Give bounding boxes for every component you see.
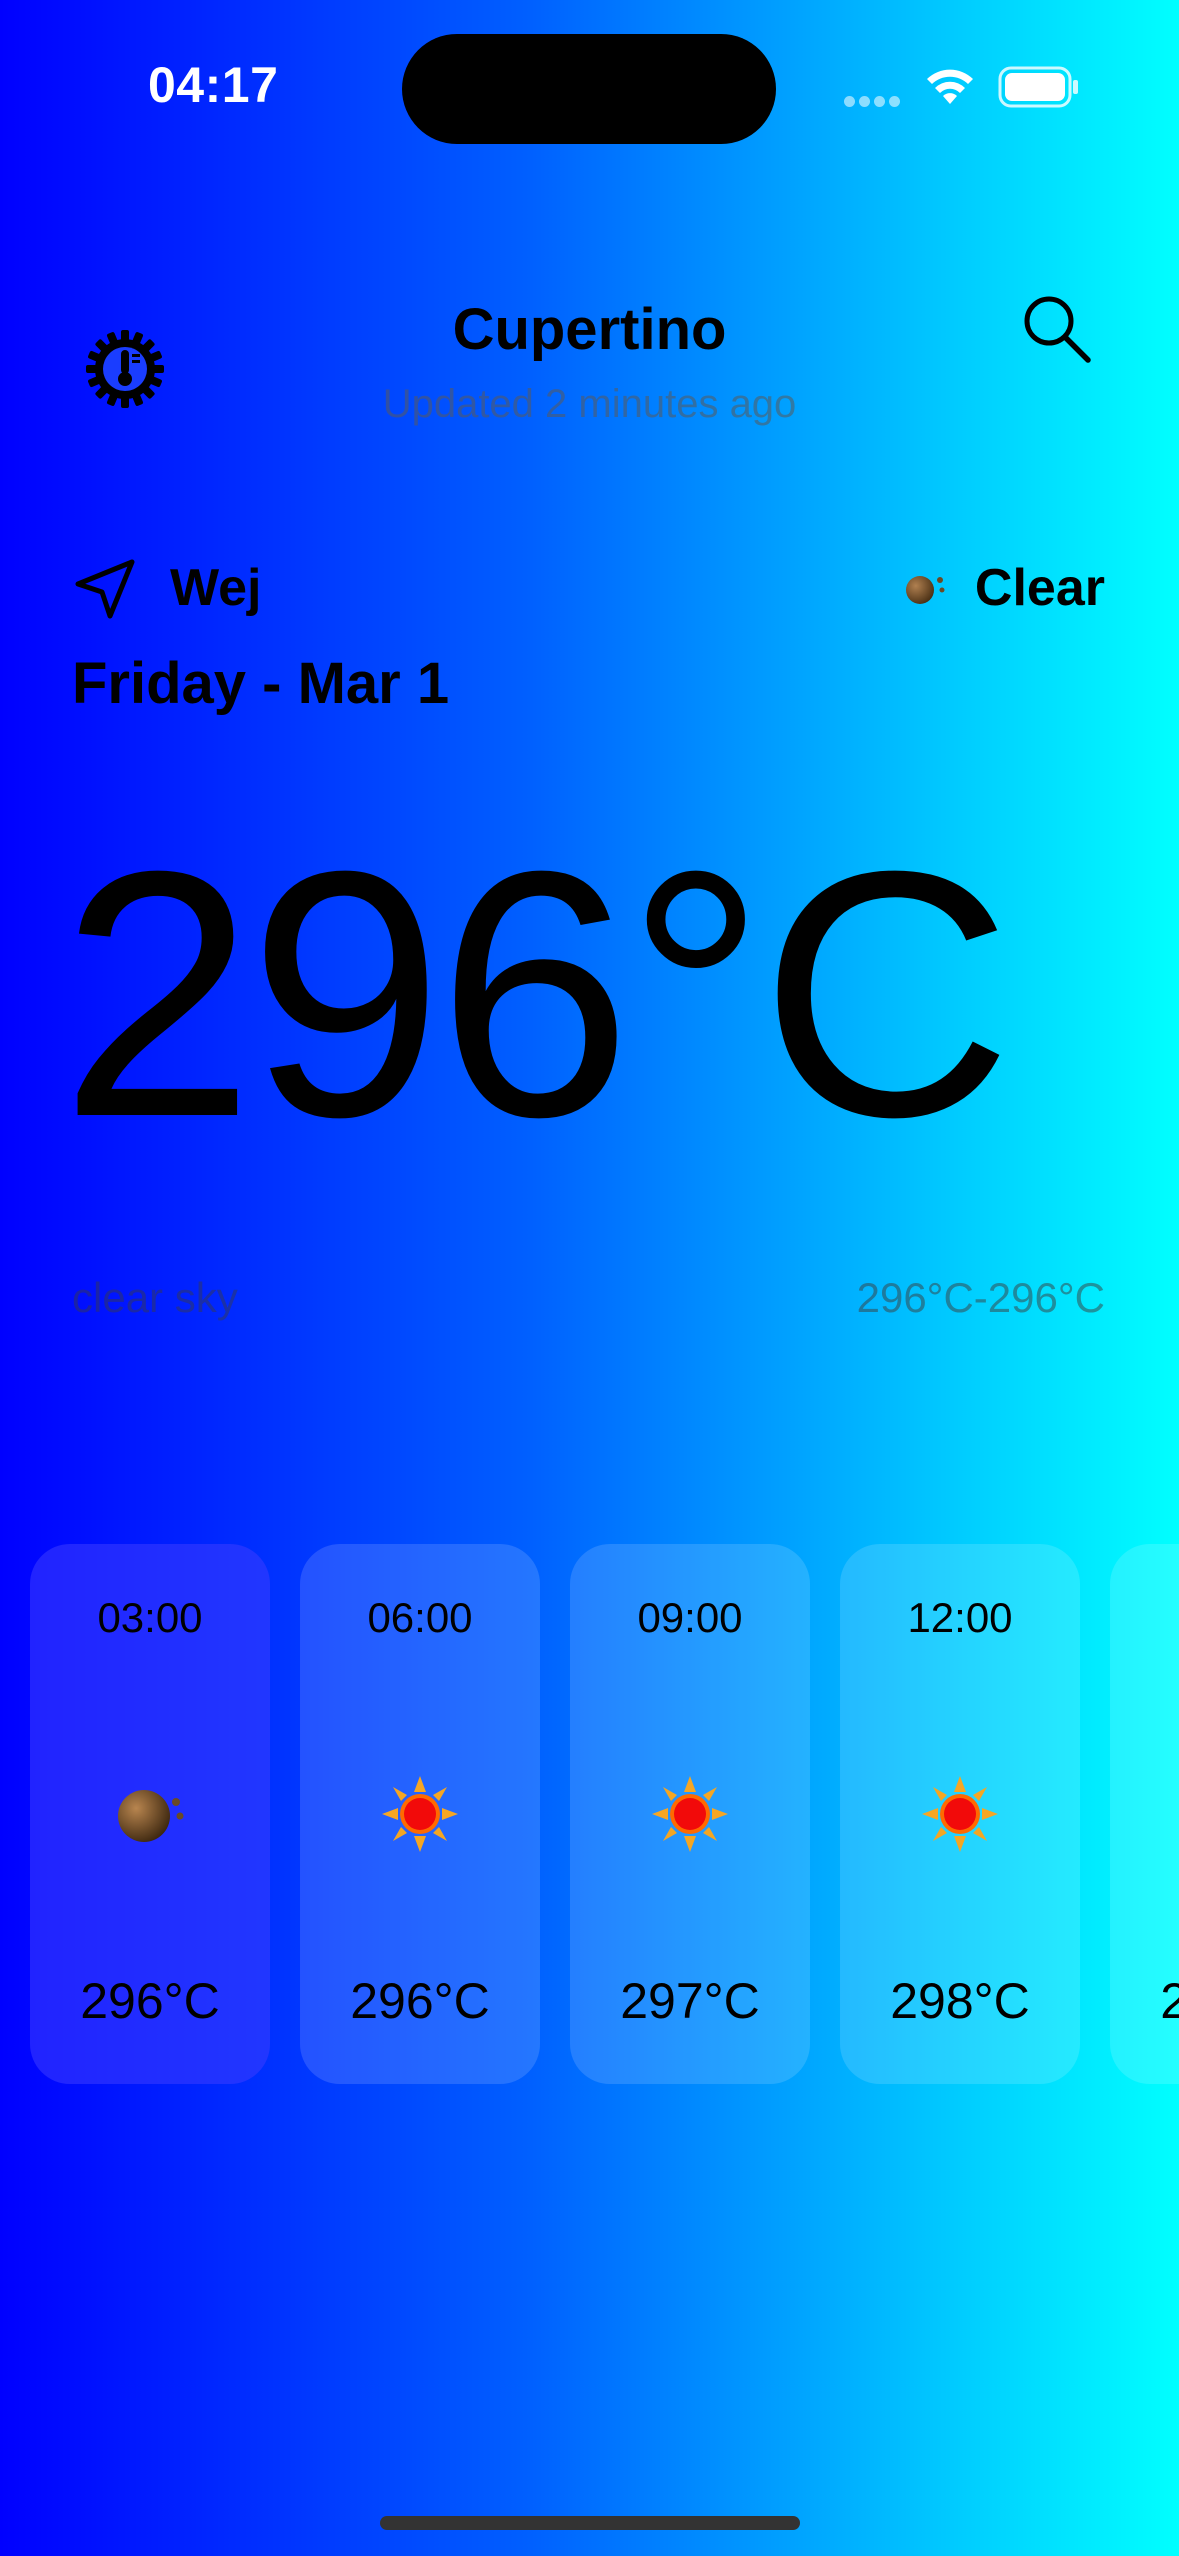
updated-status: Updated 2 minutes ago	[382, 382, 797, 426]
hourly-card[interactable]: 03:00 296°C	[30, 1544, 270, 2084]
hourly-time: 15:00	[1110, 1594, 1179, 1642]
status-time: 04:17	[148, 57, 279, 113]
hourly-card[interactable]: 15:00 298°C	[1110, 1544, 1179, 2084]
city-name: Cupertino	[452, 297, 727, 362]
dynamic-island	[402, 34, 776, 144]
hourly-temp: 297°C	[620, 1973, 760, 2029]
hourly-temp: 298°C	[890, 1973, 1030, 2029]
hourly-temp: 298°C	[1160, 1973, 1179, 2029]
sun-icon	[652, 1776, 728, 1852]
moon-icon	[118, 1790, 184, 1842]
hourly-time: 09:00	[637, 1594, 743, 1641]
hourly-time: 03:00	[97, 1594, 203, 1641]
search-icon[interactable]	[1018, 290, 1094, 366]
hourly-card[interactable]: 12:00 298°C	[840, 1544, 1080, 2084]
condition-label: Clear	[974, 559, 1105, 617]
hourly-temp: 296°C	[350, 1973, 490, 2029]
wind-label: Wej	[170, 559, 262, 617]
weather-description: clear sky	[72, 1274, 238, 1321]
hourly-time: 12:00	[907, 1594, 1013, 1641]
cellular-signal-icon	[844, 94, 906, 107]
sun-icon	[922, 1776, 998, 1852]
home-indicator[interactable]	[380, 2516, 800, 2530]
hourly-forecast[interactable]: 03:00 296°C 06:00 296°C 09:00 297°C 12:0…	[30, 1544, 1179, 2084]
date-label: Friday - Mar 1	[72, 651, 450, 716]
hourly-time: 06:00	[367, 1594, 473, 1641]
wifi-icon	[927, 69, 973, 104]
current-temperature: 296°C	[60, 799, 1013, 1190]
hourly-card[interactable]: 06:00 296°C	[300, 1544, 540, 2084]
hourly-card[interactable]: 09:00 297°C	[570, 1544, 810, 2084]
location-arrow-icon	[75, 559, 135, 619]
moon-icon	[906, 576, 945, 604]
hourly-temp: 296°C	[80, 1973, 220, 2029]
battery-icon	[998, 66, 1078, 108]
sun-icon	[382, 1776, 458, 1852]
temperature-range: 296°C-296°C	[856, 1274, 1105, 1321]
